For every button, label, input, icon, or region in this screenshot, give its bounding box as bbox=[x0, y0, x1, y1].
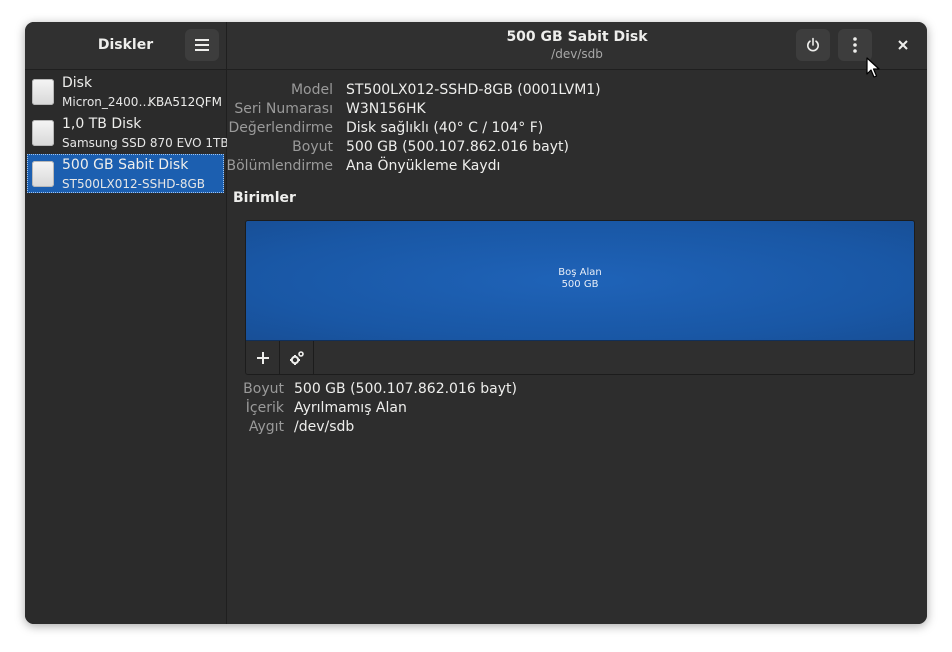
property-row-content: İçerik Ayrılmamış Alan bbox=[227, 400, 927, 419]
disk-name: Disk bbox=[62, 75, 93, 91]
property-label: Model bbox=[290, 82, 333, 98]
power-off-button[interactable] bbox=[796, 29, 830, 61]
header-bar: Diskler 500 GB Sabit Disk /dev/sdb bbox=[25, 22, 927, 70]
harddisk-icon bbox=[32, 120, 54, 146]
disk-model-suffix: KBA512QFM bbox=[148, 95, 222, 109]
create-partition-button[interactable] bbox=[246, 341, 280, 374]
property-value: Ayrılmamış Alan bbox=[294, 400, 407, 416]
property-row-volume-size: Boyut 500 GB (500.107.862.016 bayt) bbox=[227, 381, 927, 400]
disk-details-panel: Model ST500LX012-SSHD-8GB (0001LVM1) Ser… bbox=[227, 70, 927, 624]
close-window-button[interactable] bbox=[886, 29, 920, 61]
power-icon bbox=[807, 37, 819, 52]
volume-map: Boş Alan 500 GB bbox=[245, 220, 915, 375]
volume-toolbar bbox=[246, 341, 914, 374]
free-space-volume[interactable]: Boş Alan 500 GB bbox=[246, 221, 914, 341]
disk-model: ST500LX012-SSHD-8GB bbox=[62, 177, 205, 191]
disk-model: Micron_2400… bbox=[62, 95, 151, 109]
hamburger-menu-icon bbox=[195, 39, 209, 51]
property-value: W3N156HK bbox=[346, 101, 426, 117]
property-row-device: Aygıt /dev/sdb bbox=[227, 419, 927, 438]
mouse-cursor-icon bbox=[866, 57, 880, 78]
property-row-serial: Seri Numarası W3N156HK bbox=[227, 101, 927, 120]
property-label: Boyut bbox=[243, 381, 284, 397]
sidebar-header: Diskler bbox=[25, 22, 227, 69]
property-row-model: Model ST500LX012-SSHD-8GB (0001LVM1) bbox=[227, 82, 927, 101]
property-label: İçerik bbox=[245, 400, 284, 416]
disk-list-item[interactable]: Disk Micron_2400… KBA512QFM bbox=[27, 72, 224, 111]
disk-name: 1,0 TB Disk bbox=[62, 116, 142, 132]
property-row-partitioning: Bölümlendirme Ana Önyükleme Kaydı bbox=[227, 158, 927, 177]
volume-label-size: 500 GB bbox=[561, 279, 599, 290]
main-menu-button[interactable] bbox=[185, 29, 219, 61]
disks-window: Diskler 500 GB Sabit Disk /dev/sdb Disk … bbox=[25, 22, 927, 624]
volume-label: Boş Alan 500 GB bbox=[246, 267, 914, 291]
disk-list-item-selected[interactable]: 500 GB Sabit Disk ST500LX012-SSHD-8GB bbox=[27, 154, 224, 193]
property-label: Değerlendirme bbox=[228, 120, 333, 136]
gears-icon bbox=[289, 350, 304, 365]
property-label: Bölümlendirme bbox=[226, 158, 333, 174]
close-icon bbox=[898, 40, 908, 50]
property-value: ST500LX012-SSHD-8GB (0001LVM1) bbox=[346, 82, 601, 98]
volume-label-name: Boş Alan bbox=[558, 267, 602, 278]
plus-icon bbox=[256, 351, 269, 364]
property-value: Ana Önyükleme Kaydı bbox=[346, 158, 501, 174]
property-value: 500 GB (500.107.862.016 bayt) bbox=[294, 381, 517, 397]
property-label: Aygıt bbox=[248, 419, 284, 435]
disk-list-sidebar: Disk Micron_2400… KBA512QFM 1,0 TB Disk … bbox=[25, 70, 229, 624]
vertical-dots-icon bbox=[853, 37, 857, 53]
partition-settings-button[interactable] bbox=[280, 341, 314, 374]
property-value: 500 GB (500.107.862.016 bayt) bbox=[346, 139, 569, 155]
disk-name: 500 GB Sabit Disk bbox=[62, 157, 189, 173]
disk-model: Samsung SSD 870 EVO 1TB bbox=[62, 136, 229, 150]
property-value: /dev/sdb bbox=[294, 419, 355, 435]
property-label: Seri Numarası bbox=[234, 101, 333, 117]
volumes-heading: Birimler bbox=[233, 190, 296, 206]
property-row-size: Boyut 500 GB (500.107.862.016 bayt) bbox=[227, 139, 927, 158]
harddisk-icon bbox=[32, 161, 54, 187]
disk-list-item[interactable]: 1,0 TB Disk Samsung SSD 870 EVO 1TB bbox=[27, 113, 229, 152]
harddisk-icon bbox=[32, 79, 54, 105]
property-label: Boyut bbox=[292, 139, 333, 155]
property-value: Disk sağlıklı (40° C / 104° F) bbox=[346, 120, 544, 136]
property-row-rating: Değerlendirme Disk sağlıklı (40° C / 104… bbox=[227, 120, 927, 139]
